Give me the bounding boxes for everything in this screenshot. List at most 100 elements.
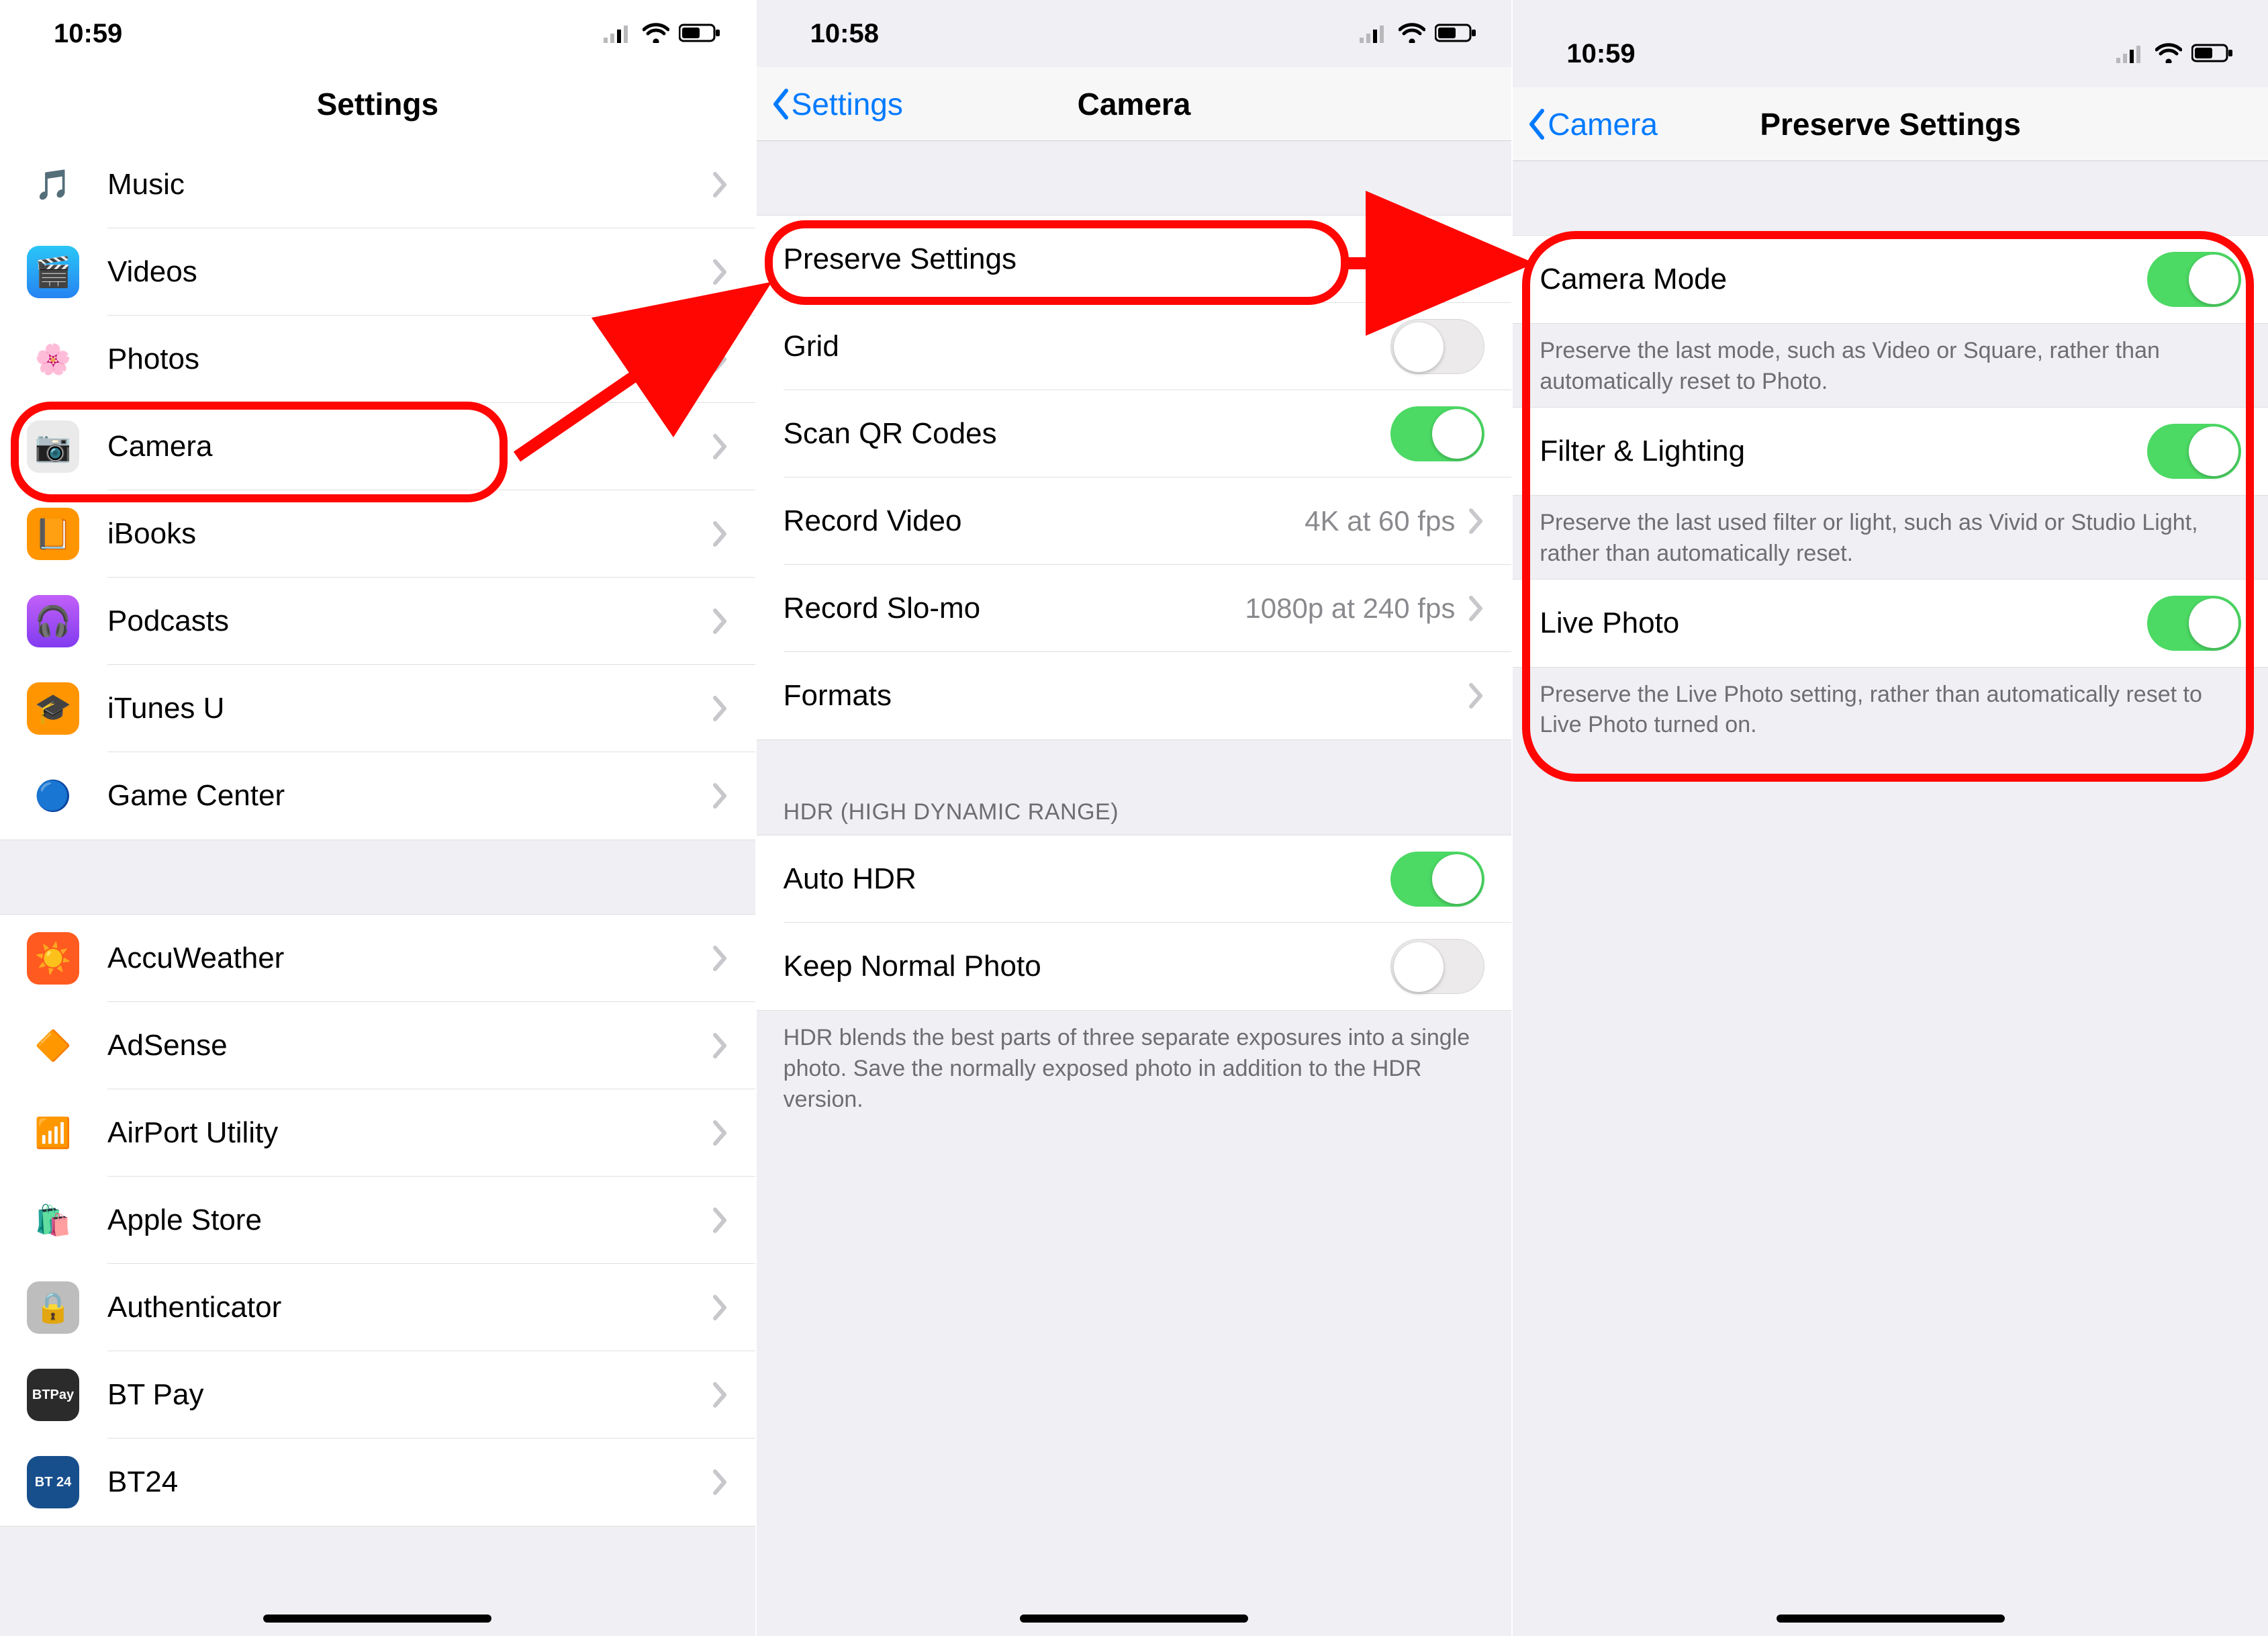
settings-row-apple-store[interactable]: 🛍️Apple Store xyxy=(0,1177,755,1264)
page-title: Preserve Settings xyxy=(1760,106,2021,142)
page-title: Settings xyxy=(317,86,438,122)
row-label: Formats xyxy=(784,679,1469,713)
row-detail: 1080p at 240 fps xyxy=(1245,592,1455,625)
chevron-right-icon xyxy=(712,1207,728,1234)
settings-row-bt24[interactable]: BT 24BT24 xyxy=(0,1439,755,1526)
home-indicator[interactable] xyxy=(1777,1615,2005,1623)
scan-qr-codes-toggle[interactable] xyxy=(1390,406,1484,461)
chevron-right-icon xyxy=(712,608,728,635)
live-photo-toggle[interactable] xyxy=(2147,596,2241,651)
settings-row-label: Music xyxy=(107,168,712,201)
camera-icon: 📷 xyxy=(27,420,79,473)
settings-row-videos[interactable]: 🎬 Videos xyxy=(0,228,755,316)
row-label: Live Photo xyxy=(1540,606,2147,640)
row-label: Filter & Lighting xyxy=(1540,435,2147,468)
settings-row-label: BT Pay xyxy=(107,1378,712,1412)
status-bar: 10:59 xyxy=(0,0,755,67)
filter-lighting-toggle[interactable] xyxy=(2147,424,2241,479)
chevron-right-icon xyxy=(712,945,728,972)
settings-row-bt-pay[interactable]: BTPay BT Pay xyxy=(0,1351,755,1439)
applestore-icon: 🛍️ xyxy=(27,1194,79,1246)
settings-row-label: AirPort Utility xyxy=(107,1116,712,1150)
camera-settings-screen: 10:58 Settings Camera Preserve xyxy=(757,0,1513,1636)
ibooks-icon: 📙 xyxy=(27,508,79,560)
home-indicator[interactable] xyxy=(1020,1615,1248,1623)
chevron-right-icon xyxy=(712,520,728,547)
chevron-right-icon xyxy=(1468,246,1484,273)
row-detail: 4K at 60 fps xyxy=(1305,505,1455,537)
settings-row-label: iBooks xyxy=(107,517,712,551)
camera-row-record-slo-mo[interactable]: Record Slo-mo1080p at 240 fps xyxy=(757,565,1512,652)
videos-icon: 🎬 xyxy=(27,246,79,298)
btpay-icon: BTPay xyxy=(27,1369,79,1421)
row-label: Record Slo-mo xyxy=(784,592,1245,625)
chevron-right-icon xyxy=(712,1294,728,1321)
chevron-right-icon xyxy=(712,1469,728,1496)
chevron-right-icon xyxy=(1468,595,1484,622)
chevron-right-icon xyxy=(712,1120,728,1146)
status-indicators xyxy=(604,17,722,50)
camera-row-preserve-settings[interactable]: Preserve Settings xyxy=(757,216,1512,303)
settings-row-label: Camera xyxy=(107,430,712,463)
camera-row-auto-hdr[interactable]: Auto HDR xyxy=(757,835,1512,923)
camera-row-grid[interactable]: Grid xyxy=(757,303,1512,390)
navbar: Settings xyxy=(0,67,755,141)
chevron-right-icon xyxy=(712,1381,728,1408)
settings-row-music[interactable]: 🎵Music xyxy=(0,141,755,228)
hdr-section-header: HDR (HIGH DYNAMIC RANGE) xyxy=(757,787,1512,835)
navbar: Settings Camera xyxy=(757,67,1512,141)
camera-mode-toggle[interactable] xyxy=(2147,252,2241,307)
cellular-signal-icon xyxy=(604,17,633,50)
status-indicators xyxy=(1360,17,1478,50)
settings-row-podcasts[interactable]: 🎧Podcasts xyxy=(0,578,755,665)
settings-row-camera[interactable]: 📷 Camera xyxy=(0,403,755,490)
settings-row-game-center[interactable]: 🔵Game Center xyxy=(0,752,755,839)
wifi-icon xyxy=(2155,37,2182,71)
hdr-section-footer: HDR blends the best parts of three separ… xyxy=(757,1011,1512,1125)
battery-icon xyxy=(2191,37,2234,71)
back-label: Camera xyxy=(1548,106,1658,142)
chevron-right-icon xyxy=(712,1032,728,1059)
camera-row-scan-qr-codes[interactable]: Scan QR Codes xyxy=(757,390,1512,478)
settings-row-authenticator[interactable]: 🔒Authenticator xyxy=(0,1264,755,1351)
status-bar: 10:58 xyxy=(757,0,1512,67)
settings-row-photos[interactable]: 🌸Photos xyxy=(0,316,755,403)
settings-row-accuweather[interactable]: ☀️AccuWeather xyxy=(0,915,755,1002)
settings-row-label: iTunes U xyxy=(107,692,712,725)
adsense-icon: 🔶 xyxy=(27,1019,79,1072)
settings-row-label: Authenticator xyxy=(107,1291,712,1324)
status-indicators xyxy=(2116,37,2234,71)
preserve-footer-filter-lighting: Preserve the last used filter or light, … xyxy=(1513,496,2268,579)
settings-row-label: Videos xyxy=(107,255,712,289)
settings-row-label: Photos xyxy=(107,343,712,376)
cellular-signal-icon xyxy=(2116,37,2146,71)
preserve-row-camera-mode[interactable]: Camera Mode xyxy=(1513,236,2268,323)
battery-icon xyxy=(679,17,722,50)
chevron-right-icon xyxy=(712,695,728,722)
accuweather-icon: ☀️ xyxy=(27,932,79,985)
itunesu-icon: 🎓 xyxy=(27,682,79,735)
chevron-right-icon xyxy=(712,171,728,198)
back-button[interactable]: Settings xyxy=(770,86,903,122)
chevron-right-icon xyxy=(712,259,728,285)
grid-toggle[interactable] xyxy=(1390,319,1484,374)
preserve-row-filter-lighting[interactable]: Filter & Lighting xyxy=(1513,408,2268,495)
settings-row-ibooks[interactable]: 📙 iBooks xyxy=(0,490,755,578)
home-indicator[interactable] xyxy=(263,1615,491,1623)
keep-normal-photo-toggle[interactable] xyxy=(1390,939,1484,994)
chevron-right-icon xyxy=(712,346,728,373)
settings-row-adsense[interactable]: 🔶AdSense xyxy=(0,1002,755,1089)
back-button[interactable]: Camera xyxy=(1526,106,1658,142)
settings-row-airport-utility[interactable]: 📶AirPort Utility xyxy=(0,1089,755,1177)
camera-row-keep-normal-photo[interactable]: Keep Normal Photo xyxy=(757,923,1512,1010)
settings-row-label: BT24 xyxy=(107,1465,712,1499)
camera-row-formats[interactable]: Formats xyxy=(757,652,1512,739)
auto-hdr-toggle[interactable] xyxy=(1390,852,1484,907)
preserve-row-live-photo[interactable]: Live Photo xyxy=(1513,580,2268,667)
camera-row-record-video[interactable]: Record Video4K at 60 fps xyxy=(757,478,1512,565)
chevron-right-icon xyxy=(1468,682,1484,709)
row-label: Keep Normal Photo xyxy=(784,950,1391,983)
podcasts-icon: 🎧 xyxy=(27,595,79,647)
settings-row-itunes-u[interactable]: 🎓 iTunes U xyxy=(0,665,755,752)
cellular-signal-icon xyxy=(1360,17,1389,50)
